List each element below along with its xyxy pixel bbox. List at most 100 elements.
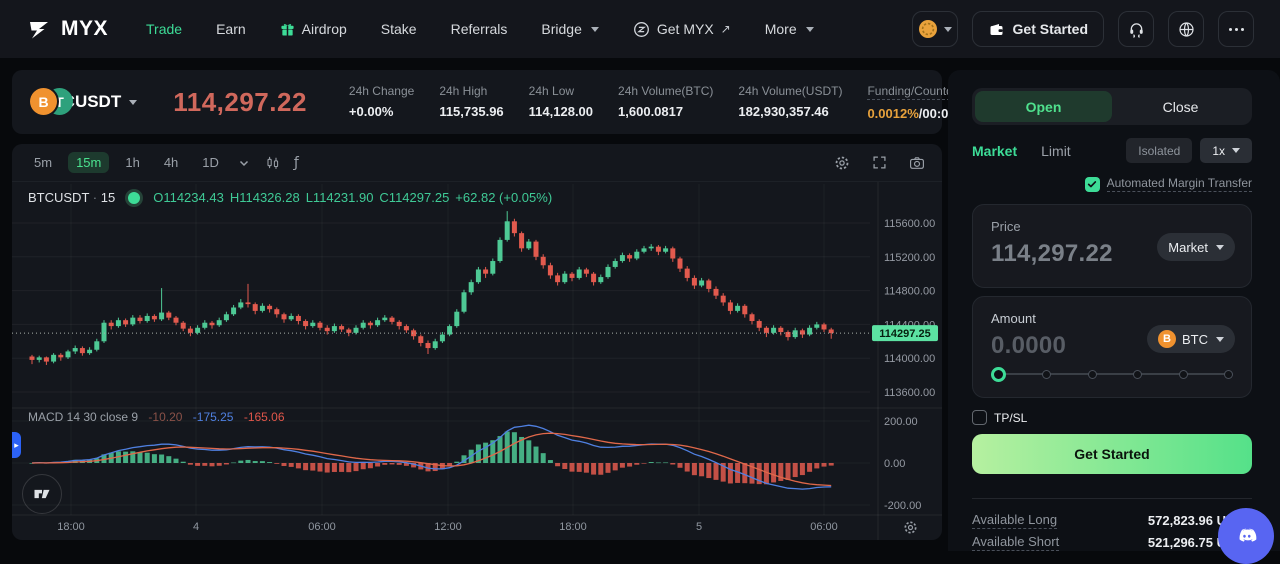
- tab-open[interactable]: Open: [975, 91, 1112, 122]
- price-mode-dropdown[interactable]: Market: [1157, 233, 1235, 261]
- slider-step[interactable]: [1224, 370, 1233, 379]
- price-axis-label: 114000.00: [884, 353, 935, 365]
- nav-item-get-myx[interactable]: Get MYX ↗: [633, 21, 731, 38]
- nav-item-referrals[interactable]: Referrals: [451, 21, 508, 37]
- macd-axis-label: 200.00: [884, 416, 918, 428]
- timeframe-15m[interactable]: 15m: [68, 152, 109, 173]
- price-axis-label: 114800.00: [884, 286, 935, 298]
- nav-item-airdrop[interactable]: Airdrop: [280, 21, 347, 37]
- chart-legend: BTCUSDT · 15 O114234.43H114326.28L114231…: [28, 190, 558, 205]
- order-type-limit[interactable]: Limit: [1041, 143, 1071, 159]
- available-long-label[interactable]: Available Long: [972, 512, 1057, 529]
- tpsl-label: TP/SL: [994, 411, 1027, 425]
- time-axis-label: 18:00: [57, 521, 85, 533]
- nav-item-trade[interactable]: Trade: [146, 21, 182, 37]
- support-headset-icon: [1127, 20, 1146, 39]
- timeframe-1h[interactable]: 1h: [117, 152, 147, 173]
- macd-hist-value: -10.20: [148, 410, 182, 424]
- stat-24h-volume-usdt: 24h Volume(USDT) 182,930,357.46: [738, 84, 842, 121]
- available-long-row: Available Long 572,823.96 USDT: [972, 512, 1252, 529]
- time-axis-settings-icon[interactable]: [903, 520, 918, 535]
- slider-handle[interactable]: [991, 367, 1006, 382]
- slider-step[interactable]: [1088, 370, 1097, 379]
- brand-name: MYX: [61, 17, 108, 41]
- top-nav: MYX Trade Earn Airdrop Stake Referrals: [0, 0, 1280, 58]
- leverage-button[interactable]: 1x: [1200, 138, 1252, 163]
- tab-close[interactable]: Close: [1112, 91, 1249, 122]
- language-button[interactable]: [1168, 11, 1204, 47]
- price-axis-label: 115200.00: [884, 252, 935, 264]
- chevron-down-icon: [806, 27, 814, 32]
- nav-links: Trade Earn Airdrop Stake Referrals Bridg…: [146, 21, 814, 38]
- tradingview-logo[interactable]: [22, 474, 62, 514]
- nav-item-bridge[interactable]: Bridge: [541, 21, 598, 37]
- ticker-stats: 24h Change +0.00% 24h High 115,735.96 24…: [349, 84, 975, 121]
- btc-coin-icon: B: [1158, 330, 1176, 348]
- margin-mode-button[interactable]: Isolated: [1126, 138, 1192, 163]
- indicators-icon[interactable]: ƒ: [291, 155, 302, 171]
- nav-item-stake[interactable]: Stake: [381, 21, 417, 37]
- stat-24h-change: 24h Change +0.00%: [349, 84, 414, 121]
- order-panel: Open Close Market Limit Isolated 1x Auto…: [948, 70, 1280, 551]
- timeframe-5m[interactable]: 5m: [26, 152, 60, 173]
- brand-logo[interactable]: MYX: [26, 16, 108, 42]
- myx-coin-icon: [633, 21, 650, 38]
- slider-step[interactable]: [1179, 370, 1188, 379]
- timeframe-1d[interactable]: 1D: [194, 152, 227, 173]
- last-price: 114,297.22: [173, 87, 307, 118]
- macd-axis-label: -200.00: [884, 500, 921, 512]
- available-short-row: Available Short 521,296.75 USDT: [972, 534, 1252, 551]
- time-axis-label: 06:00: [308, 521, 336, 533]
- slider-step[interactable]: [1133, 370, 1142, 379]
- order-side-tabs: Open Close: [972, 88, 1252, 125]
- tpsl-checkbox[interactable]: [972, 410, 987, 425]
- timeframe-4h[interactable]: 4h: [156, 152, 186, 173]
- myx-logo-icon: [26, 16, 52, 42]
- auto-margin-checkbox[interactable]: [1085, 177, 1100, 192]
- macd-line-value: -175.25: [193, 410, 234, 424]
- chevron-down-icon[interactable]: [129, 100, 137, 105]
- chevron-down-icon: [1216, 337, 1224, 342]
- fullscreen-icon[interactable]: [869, 155, 890, 170]
- macd-legend: MACD 14 30 close 9 -10.20 -175.25 -165.0…: [28, 410, 285, 424]
- get-started-cta[interactable]: Get Started: [972, 434, 1252, 474]
- amount-slider[interactable]: [991, 365, 1233, 383]
- get-started-button[interactable]: Get Started: [972, 11, 1104, 47]
- external-link-icon: ↗: [721, 22, 731, 36]
- globe-icon: [1177, 20, 1196, 39]
- network-selector[interactable]: [912, 11, 958, 47]
- nav-item-more[interactable]: More: [765, 21, 814, 37]
- pane-collapse-handle[interactable]: ▸: [12, 432, 21, 458]
- macd-signal-value: -165.06: [244, 410, 285, 424]
- chevron-down-icon: [591, 27, 599, 32]
- amount-label: Amount: [991, 311, 1233, 326]
- price-axis-label: 115600.00: [884, 218, 935, 230]
- market-status-dot[interactable]: [128, 192, 140, 204]
- discord-icon: [1233, 523, 1259, 549]
- price-axis-label: 113600.00: [884, 387, 935, 399]
- stat-24h-high: 24h High 115,735.96: [439, 84, 503, 121]
- discord-chat-button[interactable]: [1218, 508, 1274, 564]
- nav-item-earn[interactable]: Earn: [216, 21, 246, 37]
- time-axis-label: 18:00: [559, 521, 587, 533]
- auto-margin-label[interactable]: Automated Margin Transfer: [1107, 176, 1252, 192]
- order-type-market[interactable]: Market: [972, 143, 1017, 159]
- ticker-bar: T B BTCUSDT 114,297.22 24h Change +0.00%…: [12, 70, 942, 134]
- legend-ohlc: O114234.43H114326.28L114231.90C114297.25…: [153, 190, 558, 205]
- chart-type-candles-icon[interactable]: [261, 154, 283, 171]
- asset-dropdown[interactable]: B BTC: [1147, 325, 1235, 353]
- amount-field[interactable]: Amount 0.0000 B BTC: [972, 296, 1252, 398]
- wallet-icon: [988, 21, 1005, 38]
- support-button[interactable]: [1118, 11, 1154, 47]
- macd-axis-label: 0.00: [884, 458, 905, 470]
- available-short-label[interactable]: Available Short: [972, 534, 1059, 551]
- chart-card: 18:00406:0012:0018:00506:00115600.001152…: [12, 144, 942, 540]
- price-field[interactable]: Price 114,297.22 Market: [972, 204, 1252, 288]
- timeframe-dropdown-icon[interactable]: [235, 157, 253, 169]
- slider-step[interactable]: [1042, 370, 1051, 379]
- ellipsis-icon: [1229, 28, 1244, 31]
- chart-settings-icon[interactable]: [831, 155, 853, 171]
- tpsl-row: TP/SL: [972, 410, 1027, 425]
- snapshot-camera-icon[interactable]: [906, 155, 928, 171]
- more-menu-button[interactable]: [1218, 11, 1254, 47]
